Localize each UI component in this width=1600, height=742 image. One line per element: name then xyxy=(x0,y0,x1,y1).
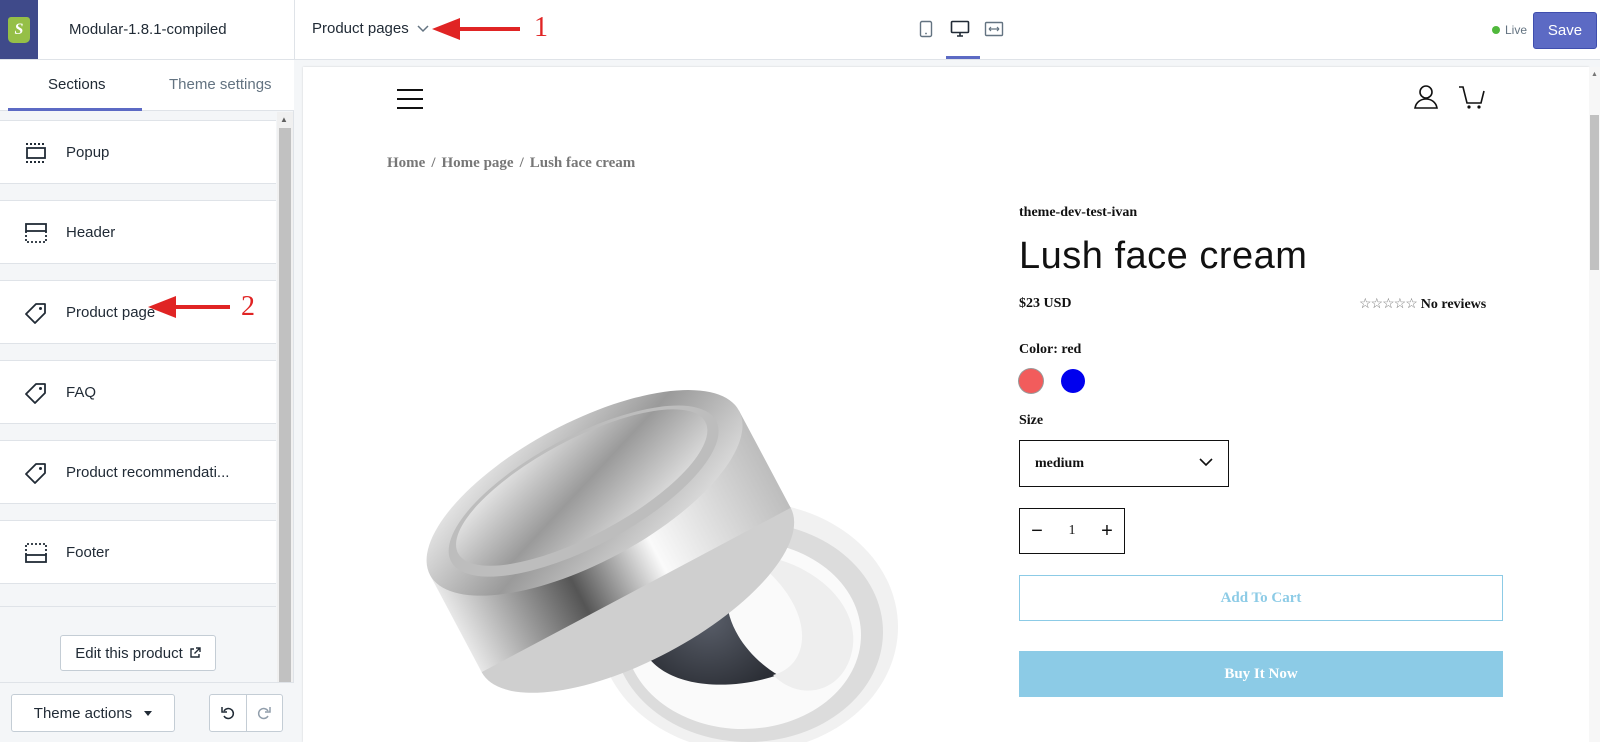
section-label: Popup xyxy=(66,143,110,161)
tab-theme-settings[interactable]: Theme settings xyxy=(169,76,272,93)
product-title: Lush face cream xyxy=(1019,235,1308,277)
redo-icon[interactable] xyxy=(245,695,282,731)
theme-actions-button[interactable]: Theme actions xyxy=(11,694,175,732)
tag-icon xyxy=(25,463,46,484)
product-price: $23 USD xyxy=(1019,296,1072,311)
active-device-indicator xyxy=(946,56,980,59)
size-value: medium xyxy=(1035,455,1084,471)
fullscreen-icon[interactable] xyxy=(984,18,1004,40)
sidebar-scroll-thumb[interactable] xyxy=(279,128,291,718)
sidebar-footer: Theme actions xyxy=(0,682,294,742)
editor-topbar: S Modular-1.8.1-compiled Product pages L… xyxy=(0,0,1600,60)
edit-product-label: Edit this product xyxy=(75,644,183,662)
edit-product-button[interactable]: Edit this product xyxy=(60,635,216,671)
breadcrumb-current: Lush face cream xyxy=(529,155,636,171)
theme-name: Modular-1.8.1-compiled xyxy=(69,21,227,38)
section-item-product-page[interactable]: Product page xyxy=(0,280,276,344)
chevron-down-icon xyxy=(1199,458,1213,467)
breadcrumb-separator: / xyxy=(519,155,524,171)
tag-icon xyxy=(25,303,46,324)
add-to-cart-button[interactable]: Add To Cart xyxy=(1019,575,1503,621)
product-image xyxy=(426,390,898,742)
star-rating-icon: ☆☆☆☆☆ xyxy=(1359,297,1418,312)
minus-icon[interactable]: − xyxy=(1020,509,1054,553)
desktop-icon[interactable] xyxy=(950,18,970,40)
sidebar-tabs: Sections Theme settings xyxy=(0,60,294,111)
shopify-bag-icon: S xyxy=(8,16,30,43)
page-type-select[interactable]: Product pages xyxy=(312,20,429,37)
buy-now-button[interactable]: Buy It Now xyxy=(1019,651,1503,697)
quantity-stepper: − 1 + xyxy=(1019,508,1125,554)
popup-section-icon xyxy=(26,143,46,163)
section-item-footer[interactable]: Footer xyxy=(0,520,276,584)
sidebar: Sections Theme settings ▲ ▼ Popup Header… xyxy=(0,60,294,742)
account-icon[interactable] xyxy=(1413,84,1439,110)
tab-sections[interactable]: Sections xyxy=(48,76,106,93)
undo-icon[interactable] xyxy=(210,695,246,731)
chevron-down-icon xyxy=(417,24,429,32)
size-label: Size xyxy=(1019,413,1044,428)
cart-icon[interactable] xyxy=(1458,84,1486,110)
undo-redo-group xyxy=(209,694,283,732)
size-select[interactable]: medium xyxy=(1019,440,1229,487)
scroll-up-icon[interactable]: ▲ xyxy=(280,115,288,124)
color-label: Color: red xyxy=(1019,342,1082,357)
section-label: Header xyxy=(66,223,116,241)
scroll-up-icon[interactable]: ▲ xyxy=(1591,71,1598,78)
tag-icon xyxy=(25,383,46,404)
section-label: Footer xyxy=(66,543,110,561)
device-toggles xyxy=(916,18,1004,40)
breadcrumb: Home / Home page / Lush face cream xyxy=(387,155,635,172)
theme-actions-label: Theme actions xyxy=(33,704,133,722)
live-status: Live xyxy=(1492,23,1527,37)
product-vendor: theme-dev-test-ivan xyxy=(1019,205,1138,220)
breadcrumb-separator: / xyxy=(431,155,436,171)
external-link-icon xyxy=(190,647,201,658)
plus-icon[interactable]: + xyxy=(1090,509,1124,553)
section-label: Product recommendati... xyxy=(66,463,230,481)
section-item-header[interactable]: Header xyxy=(0,200,276,264)
page-select-label: Product pages xyxy=(312,20,409,37)
section-label: FAQ xyxy=(66,383,97,401)
topbar-divider xyxy=(294,0,295,59)
quantity-value[interactable]: 1 xyxy=(1054,523,1090,539)
live-dot-icon xyxy=(1492,26,1500,34)
preview-scrollbar[interactable]: ▲ xyxy=(1589,67,1600,742)
reviews-label: No reviews xyxy=(1420,296,1487,312)
section-item-product-recommendations[interactable]: Product recommendati... xyxy=(0,440,276,504)
preview-scroll-thumb[interactable] xyxy=(1590,115,1599,270)
breadcrumb-home[interactable]: Home xyxy=(387,155,425,172)
live-label: Live xyxy=(1505,23,1528,37)
section-label: Product page xyxy=(66,303,156,321)
section-item-popup[interactable]: Popup xyxy=(0,120,276,184)
header-section-icon xyxy=(25,223,47,243)
mobile-icon[interactable] xyxy=(916,18,936,40)
breadcrumb-home-page[interactable]: Home page xyxy=(442,155,514,172)
menu-icon[interactable] xyxy=(397,89,423,109)
caret-down-icon xyxy=(144,710,153,716)
storefront-preview: Home / Home page / Lush face cream theme… xyxy=(303,67,1589,742)
active-tab-indicator xyxy=(8,108,142,111)
annotation-number-1: 1 xyxy=(534,12,548,43)
section-item-faq[interactable]: FAQ xyxy=(0,360,276,424)
footer-section-icon xyxy=(25,543,47,563)
annotation-number-2: 2 xyxy=(241,291,255,322)
sidebar-divider xyxy=(0,606,276,607)
shopify-logo[interactable]: S xyxy=(0,0,38,59)
product-reviews[interactable]: ☆☆☆☆☆ No reviews xyxy=(1359,296,1486,313)
swatch-blue[interactable] xyxy=(1061,369,1085,393)
save-button[interactable]: Save xyxy=(1533,12,1597,49)
swatch-red[interactable] xyxy=(1019,369,1043,393)
